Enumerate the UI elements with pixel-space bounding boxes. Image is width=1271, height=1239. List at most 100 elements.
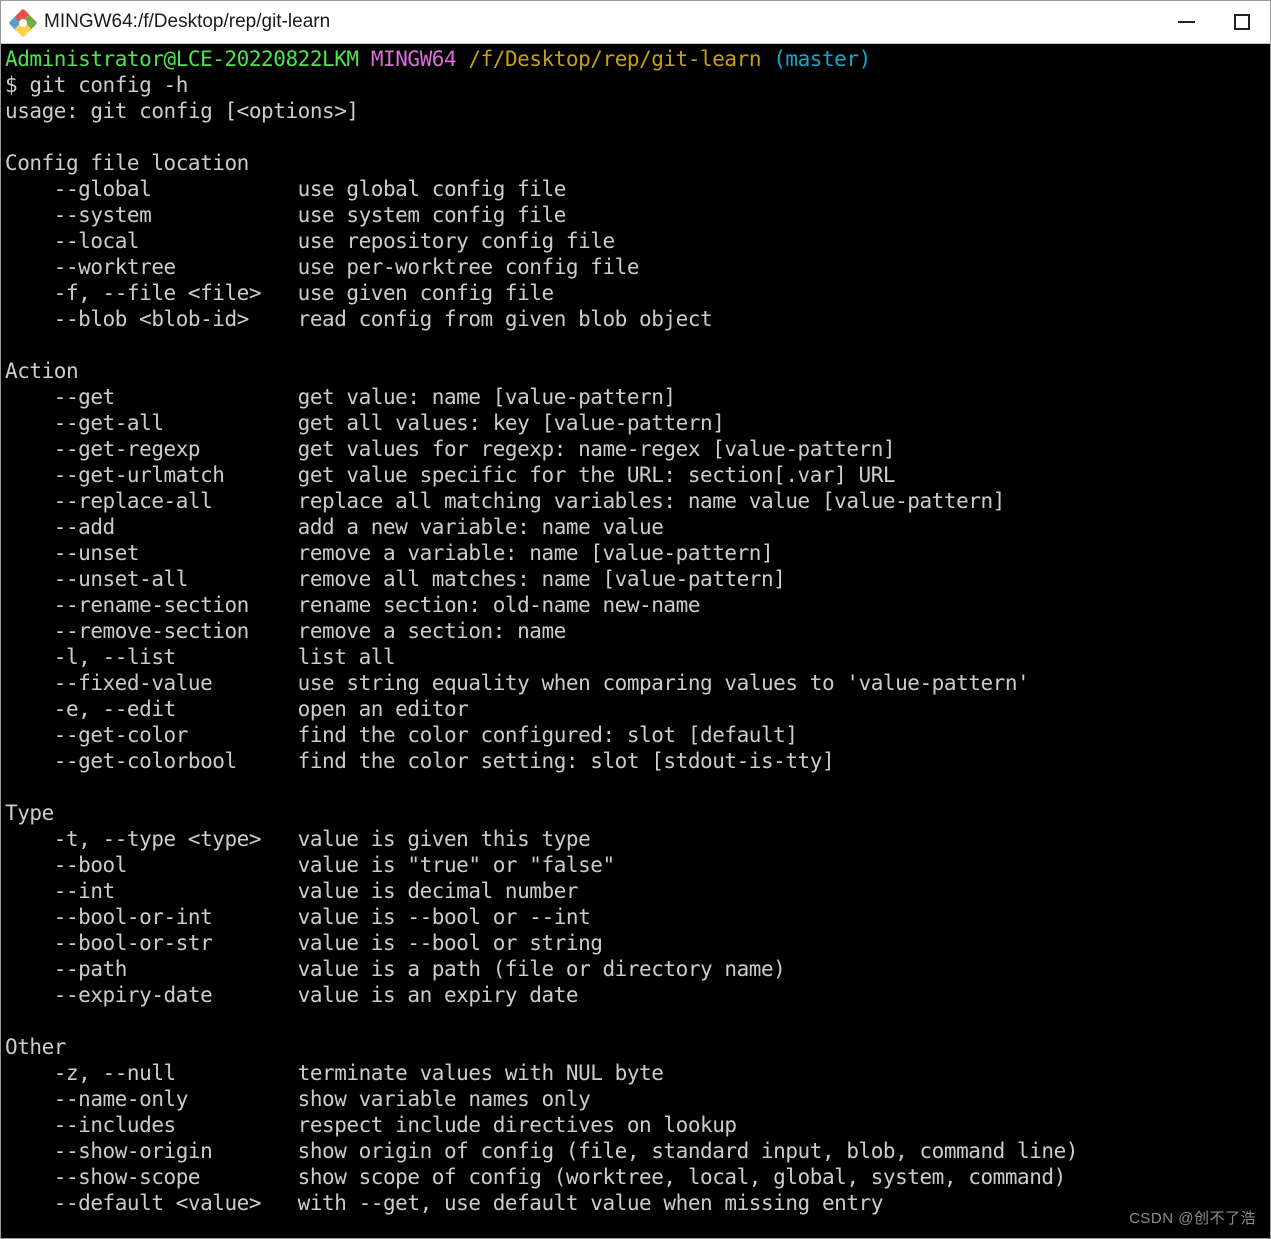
- prompt-branch: (master): [773, 47, 871, 71]
- option-line: --bool-or-str value is --bool or string: [5, 930, 1270, 956]
- option-description: show scope of config (worktree, local, g…: [297, 1165, 1067, 1189]
- option-flag: --get-colorbool: [5, 749, 298, 773]
- option-line: --unset remove a variable: name [value-p…: [5, 540, 1270, 566]
- option-description: find the color configured: slot [default…: [297, 723, 798, 747]
- option-flag: --system: [5, 203, 298, 227]
- option-description: get value specific for the URL: section[…: [297, 463, 896, 487]
- usage-text: usage: git config [<options>]: [5, 99, 359, 123]
- option-line: --worktree use per-worktree config file: [5, 254, 1270, 280]
- option-description: open an editor: [297, 697, 469, 721]
- option-line: --get get value: name [value-pattern]: [5, 384, 1270, 410]
- option-description: get value: name [value-pattern]: [297, 385, 676, 409]
- option-flag: --worktree: [5, 255, 298, 279]
- option-flag: --includes: [5, 1113, 298, 1137]
- option-line: --get-color find the color configured: s…: [5, 722, 1270, 748]
- option-line: --show-origin show origin of config (fil…: [5, 1138, 1270, 1164]
- option-flag: --add: [5, 515, 298, 539]
- option-line: --fixed-value use string equality when c…: [5, 670, 1270, 696]
- option-flag: --name-only: [5, 1087, 298, 1111]
- command-line: $ git config -h: [5, 72, 1270, 98]
- option-flag: -l, --list: [5, 645, 298, 669]
- option-description: value is an expiry date: [297, 983, 579, 1007]
- option-flag: --get-color: [5, 723, 298, 747]
- option-flag: --fixed-value: [5, 671, 298, 695]
- option-line: --path value is a path (file or director…: [5, 956, 1270, 982]
- option-description: value is a path (file or directory name): [297, 957, 786, 981]
- option-description: remove a section: name: [297, 619, 567, 643]
- window-title: MINGW64:/f/Desktop/rep/git-learn: [44, 11, 331, 32]
- option-description: list all: [297, 645, 396, 669]
- prompt-user-host: Administrator@LCE-20220822LKM: [5, 47, 359, 71]
- option-description: value is given this type: [297, 827, 591, 851]
- option-line: --get-colorbool find the color setting: …: [5, 748, 1270, 774]
- option-flag: --rename-section: [5, 593, 298, 617]
- terminal-screen[interactable]: Administrator@LCE-20220822LKM MINGW64 /f…: [1, 44, 1270, 1238]
- option-description: add a new variable: name value: [297, 515, 664, 539]
- terminal-output: Administrator@LCE-20220822LKM MINGW64 /f…: [5, 44, 1270, 1216]
- option-line: --rename-section rename section: old-nam…: [5, 592, 1270, 618]
- prompt-sigil: $: [5, 73, 30, 97]
- option-flag: --bool: [5, 853, 298, 877]
- option-description: respect include directives on lookup: [297, 1113, 737, 1137]
- watermark: CSDN @创不了浩: [1129, 1210, 1256, 1227]
- option-flag: --bool-or-int: [5, 905, 298, 929]
- option-description: use global config file: [297, 177, 567, 201]
- option-flag: --blob <blob-id>: [5, 307, 298, 331]
- option-flag: --expiry-date: [5, 983, 298, 1007]
- option-flag: --bool-or-str: [5, 931, 298, 955]
- option-description: with --get, use default value when missi…: [297, 1191, 884, 1215]
- option-line: -t, --type <type> value is given this ty…: [5, 826, 1270, 852]
- option-flag: --unset-all: [5, 567, 298, 591]
- option-line: --add add a new variable: name value: [5, 514, 1270, 540]
- option-flag: --show-origin: [5, 1139, 298, 1163]
- option-description: rename section: old-name new-name: [297, 593, 701, 617]
- option-line: --show-scope show scope of config (workt…: [5, 1164, 1270, 1190]
- option-line: --unset-all remove all matches: name [va…: [5, 566, 1270, 592]
- option-description: get all values: key [value-pattern]: [297, 411, 725, 435]
- option-description: use given config file: [297, 281, 555, 305]
- option-line: --get-all get all values: key [value-pat…: [5, 410, 1270, 436]
- minimize-button[interactable]: [1158, 1, 1214, 44]
- option-description: read config from given blob object: [297, 307, 713, 331]
- usage-line: usage: git config [<options>]: [5, 98, 1270, 124]
- option-line: --remove-section remove a section: name: [5, 618, 1270, 644]
- option-line: -f, --file <file> use given config file: [5, 280, 1270, 306]
- option-line: --get-regexp get values for regexp: name…: [5, 436, 1270, 462]
- option-line: --blob <blob-id> read config from given …: [5, 306, 1270, 332]
- option-flag: --default <value>: [5, 1191, 298, 1215]
- typed-command: git config -h: [29, 73, 188, 97]
- option-line: --replace-all replace all matching varia…: [5, 488, 1270, 514]
- option-description: value is --bool or string: [297, 931, 603, 955]
- section-heading-text: Action: [5, 359, 79, 383]
- option-line: --int value is decimal number: [5, 878, 1270, 904]
- option-flag: --replace-all: [5, 489, 298, 513]
- option-line: --default <value> with --get, use defaul…: [5, 1190, 1270, 1216]
- option-flag: --get-urlmatch: [5, 463, 298, 487]
- option-flag: --global: [5, 177, 298, 201]
- option-flag: --get: [5, 385, 298, 409]
- section-heading: Other: [5, 1034, 1270, 1060]
- option-line: --expiry-date value is an expiry date: [5, 982, 1270, 1008]
- option-description: show variable names only: [297, 1087, 591, 1111]
- window-controls: [1158, 1, 1270, 43]
- option-flag: --local: [5, 229, 298, 253]
- prompt-path: /f/Desktop/rep/git-learn: [468, 47, 762, 71]
- option-line: --name-only show variable names only: [5, 1086, 1270, 1112]
- terminal-window: MINGW64:/f/Desktop/rep/git-learn Adminis…: [0, 0, 1271, 1239]
- option-description: value is "true" or "false": [297, 853, 615, 877]
- option-description: get values for regexp: name-regex [value…: [297, 437, 896, 461]
- option-flag: -z, --null: [5, 1061, 298, 1085]
- option-description: remove a variable: name [value-pattern]: [297, 541, 774, 565]
- option-line: -z, --null terminate values with NUL byt…: [5, 1060, 1270, 1086]
- option-flag: --remove-section: [5, 619, 298, 643]
- option-line: --includes respect include directives on…: [5, 1112, 1270, 1138]
- option-line: --global use global config file: [5, 176, 1270, 202]
- maximize-button[interactable]: [1214, 1, 1270, 44]
- title-bar[interactable]: MINGW64:/f/Desktop/rep/git-learn: [1, 0, 1270, 44]
- section-heading-text: Config file location: [5, 151, 249, 175]
- option-flag: --show-scope: [5, 1165, 298, 1189]
